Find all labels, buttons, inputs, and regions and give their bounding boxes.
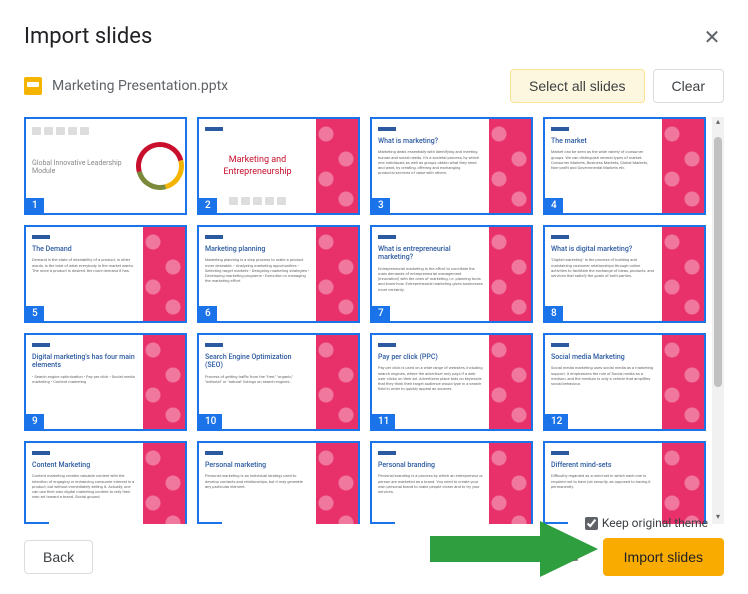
slide-body: Pay per click is used on a wide range of… (378, 365, 483, 391)
slide-body: Demand is the state of desirability of a… (32, 257, 137, 273)
slide-scroll-area: Global Innovative Leadership Module 1 Mark… (24, 117, 724, 524)
slide-thumbnail[interactable]: Personal branding Personal branding is a … (370, 441, 533, 524)
slide-number: 2 (199, 198, 217, 213)
slide-pattern (662, 119, 704, 213)
file-info: Marketing Presentation.pptx (24, 77, 502, 95)
scrollbar-thumb[interactable] (714, 137, 722, 387)
slide-pattern (316, 335, 358, 429)
slide-title: The Demand (32, 245, 137, 253)
slide-pattern (143, 227, 185, 321)
slide-title: What is digital marketing? (551, 245, 656, 253)
slide-title: Personal branding (378, 461, 483, 469)
keep-theme-option[interactable]: Keep original theme (585, 516, 708, 530)
slide-graphic (135, 119, 185, 213)
keep-theme-label: Keep original theme (602, 516, 708, 530)
slide-number: 4 (545, 198, 563, 213)
selected-count: 21 slides selected (467, 549, 579, 565)
slide-body: Difficultly regarded as a mind-set in wh… (551, 473, 656, 489)
slide-title: Different mind-sets (551, 461, 656, 469)
slide-body: Personal marketing is an individual stra… (205, 473, 310, 489)
back-button[interactable]: Back (24, 540, 93, 574)
slide-title: Digital marketing's has four main elemen… (32, 353, 137, 370)
slide-thumbnail[interactable]: The Demand Demand is the state of desirab… (24, 225, 187, 323)
slide-grid: Global Innovative Leadership Module 1 Mark… (24, 117, 710, 524)
slide-thumbnail[interactable]: Social media Marketing Social media marke… (543, 333, 706, 431)
slide-number: 9 (26, 414, 44, 429)
slide-title: The market (551, 137, 656, 145)
slide-number: 3 (372, 198, 390, 213)
slide-title: Marketing and Entrepreneurship (205, 155, 310, 178)
slide-number: 11 (372, 414, 395, 429)
clear-button[interactable]: Clear (653, 69, 724, 103)
slide-thumbnail[interactable]: Content Marketing Content marketing creat… (24, 441, 187, 524)
slide-title: Content Marketing (32, 461, 137, 469)
scrollbar[interactable]: ▴ ▾ (712, 117, 724, 524)
dialog-footer: Keep original theme Back 21 slides selec… (24, 524, 724, 594)
slide-title: Social media Marketing (551, 353, 656, 361)
slide-thumbnail[interactable]: Digital marketing's has four main elemen… (24, 333, 187, 431)
keep-theme-checkbox[interactable] (585, 517, 598, 530)
slide-number: 6 (199, 306, 217, 321)
slide-thumbnail[interactable]: Pay per click (PPC) Pay per click is used… (370, 333, 533, 431)
slide-number: 8 (545, 306, 563, 321)
slide-pattern (316, 227, 358, 321)
slide-title: Personal marketing (205, 461, 310, 469)
slide-body: "Digital marketing" is the process of bu… (551, 257, 656, 278)
slide-pattern (489, 443, 531, 524)
slide-title: Search Engine Optimization (SEO) (205, 353, 310, 370)
slide-thumbnail[interactable]: The market Market can be seen as the wide… (543, 117, 706, 215)
slide-body: Entrepreneurial marketing is the effort … (378, 266, 483, 292)
scroll-down-icon[interactable]: ▾ (712, 512, 724, 524)
slide-number: 7 (372, 306, 390, 321)
slide-pattern (316, 119, 358, 213)
import-slides-button[interactable]: Import slides (603, 538, 724, 576)
slide-body: Process of getting traffic from the "fre… (205, 374, 310, 384)
slide-pattern (662, 335, 704, 429)
scroll-up-icon[interactable]: ▴ (712, 117, 724, 129)
slide-thumbnail[interactable]: Marketing planning Marketing planning is … (197, 225, 360, 323)
slide-thumbnail[interactable]: Marketing and Entrepreneurship 2 (197, 117, 360, 215)
import-slides-dialog: Import slides ✕ Marketing Presentation.p… (0, 0, 748, 594)
slide-thumbnail[interactable]: Search Engine Optimization (SEO) Process … (197, 333, 360, 431)
slide-title: What is entrepreneurial marketing? (378, 245, 483, 262)
slide-number: 5 (26, 306, 44, 321)
slide-pattern (489, 119, 531, 213)
slide-body: Market can be seen as the wide variety o… (551, 149, 656, 170)
slide-title: Marketing planning (205, 245, 310, 253)
slide-body: Social media marketing uses social media… (551, 365, 656, 386)
slide-number: 12 (545, 414, 568, 429)
file-name: Marketing Presentation.pptx (52, 78, 228, 94)
slide-number: 10 (199, 414, 222, 429)
slide-title: What is marketing? (378, 137, 483, 145)
slide-body: • Search engine optimization • Pay per c… (32, 374, 137, 384)
slide-pattern (489, 335, 531, 429)
slide-body: Personal branding is a process by which … (378, 473, 483, 494)
dialog-title: Import slides (24, 24, 152, 49)
slide-body: Content marketing creates valuable conte… (32, 473, 137, 499)
slide-thumbnail[interactable]: What is digital marketing? "Digital marke… (543, 225, 706, 323)
slide-pattern (662, 443, 704, 524)
slide-pattern (662, 227, 704, 321)
slide-pattern (489, 227, 531, 321)
slide-number: 1 (26, 198, 44, 213)
slide-pattern (143, 443, 185, 524)
slide-body: Marketing deals essentially with identif… (378, 149, 483, 175)
slide-pattern (143, 335, 185, 429)
slide-thumbnail[interactable]: Personal marketing Personal marketing is … (197, 441, 360, 524)
slide-title: Global Innovative Leadership Module (32, 159, 129, 175)
select-all-button[interactable]: Select all slides (510, 69, 645, 103)
slides-file-icon (24, 77, 42, 95)
slide-thumbnail[interactable]: What is entrepreneurial marketing? Entrep… (370, 225, 533, 323)
slide-body: Marketing planning is a step process to … (205, 257, 310, 283)
slide-thumbnail[interactable]: Different mind-sets Difficultly regarded … (543, 441, 706, 524)
slide-pattern (316, 443, 358, 524)
slide-title: Pay per click (PPC) (378, 353, 483, 361)
close-icon[interactable]: ✕ (700, 25, 724, 49)
dialog-header: Import slides ✕ (24, 24, 724, 49)
slide-thumbnail[interactable]: What is marketing? Marketing deals essent… (370, 117, 533, 215)
slide-thumbnail[interactable]: Global Innovative Leadership Module 1 (24, 117, 187, 215)
file-row: Marketing Presentation.pptx Select all s… (24, 69, 724, 103)
